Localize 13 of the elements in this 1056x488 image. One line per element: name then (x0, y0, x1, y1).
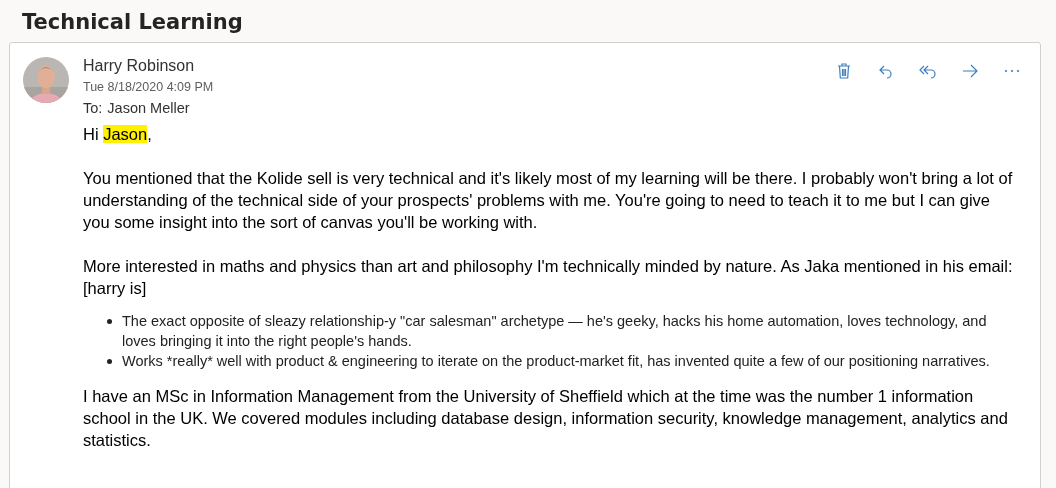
body-paragraph: You mentioned that the Kolide sell is very technical and it's likely most of my learning will be there. I probably won't bring a lot of understanding of the technical side of your prospects' problems with me. You're going to need to teach it to me but I can give you some insight into the sort of canvas you'll be working with. (83, 168, 1013, 233)
body-paragraph: More interested in maths and physics than art and philosophy I'm technically minded by nature. As Jaka mentioned in his email: [harry is] (83, 256, 1013, 299)
bullet-icon (107, 319, 112, 324)
message-date: Tue 8/18/2020 4:09 PM (83, 80, 214, 94)
sender-name[interactable]: Harry Robinson (83, 57, 214, 75)
folder-title: Technical Learning (21, 9, 244, 36)
recipient-name[interactable]: Jason Meller (107, 100, 190, 116)
list-item-text: Works *really* well with product & engineering to iterate on the product-market fit, has invented quite a few of our positioning narratives. (122, 352, 990, 371)
greeting-text: Hi Jason, (83, 124, 153, 145)
bullet-icon (107, 359, 112, 364)
to-label: To: (83, 100, 103, 116)
list-item-text: The exact opposite of sleazy relationship-y "car salesman" archetype — he's geeky, hacks his home automation, loves technology, and loves bringing it into the right people's hands. (122, 312, 988, 351)
body-paragraph: I have an MSc in Information Management from the University of Sheffield which at the time was the number 1 information school in the UK. We covered modules including database design, information security, knowledge management, analytics and statistics. (83, 386, 1009, 451)
